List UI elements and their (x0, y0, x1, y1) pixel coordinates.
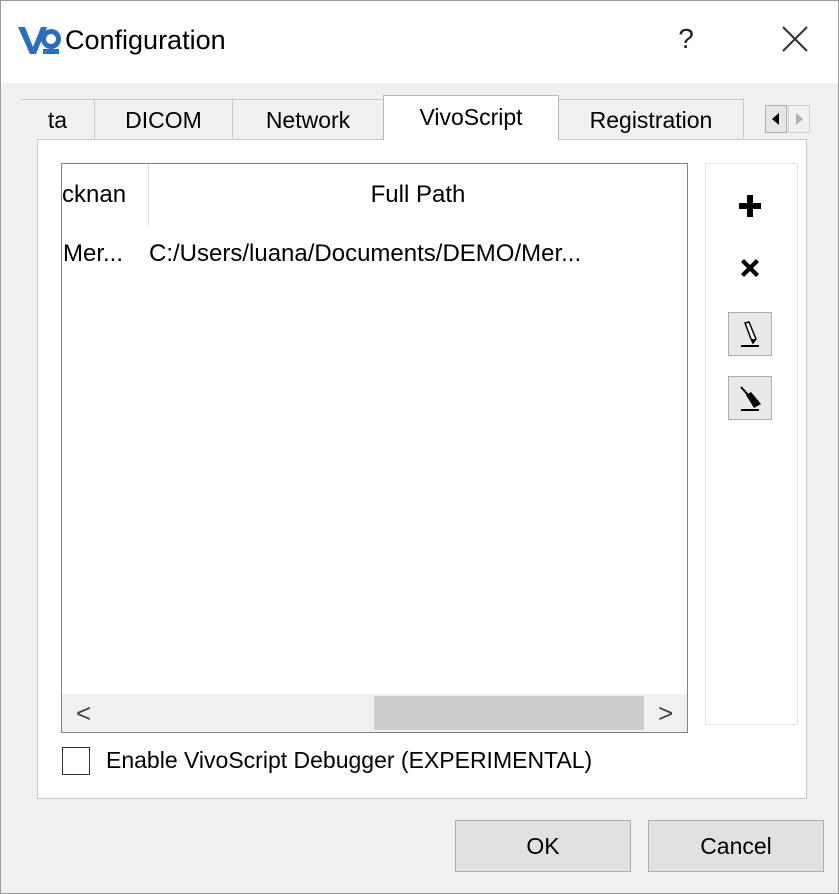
debugger-checkbox[interactable] (62, 747, 90, 775)
cancel-button[interactable]: Cancel (648, 820, 824, 872)
cell-full-path: C:/Users/luana/Documents/DEMO/Mer... (149, 240, 582, 267)
plus-icon (739, 195, 761, 217)
column-header-full-path[interactable]: Full Path (149, 164, 687, 226)
tab-metadata[interactable]: ta (21, 99, 95, 138)
triangle-left-icon (772, 113, 779, 125)
x-icon (741, 259, 759, 277)
tab-scroll-left-button[interactable] (765, 105, 787, 133)
tab-dicom[interactable]: DICOM (94, 99, 233, 138)
tab-scroll-right-button[interactable] (788, 105, 810, 133)
vivoquant-logo-icon (18, 27, 61, 54)
horizontal-scrollbar[interactable]: < > (62, 694, 687, 732)
column-header-nickname[interactable]: cknan (62, 164, 148, 226)
scroll-left-arrow[interactable]: < (76, 698, 91, 728)
tab-network[interactable]: Network (232, 99, 384, 138)
clear-scripts-button[interactable] (728, 376, 772, 420)
window-title: Configuration (65, 25, 226, 55)
tab-vivoscript[interactable]: VivoScript (383, 95, 559, 140)
scrollbar-thumb[interactable] (374, 696, 644, 730)
help-button[interactable]: ? (671, 23, 701, 55)
tab-registration[interactable]: Registration (558, 99, 744, 138)
ok-button[interactable]: OK (455, 820, 631, 872)
column-label: Full Path (370, 181, 466, 208)
add-script-button[interactable] (728, 184, 772, 228)
tab-label: ta (47, 107, 68, 133)
edit-script-button[interactable] (728, 312, 772, 356)
title-bar: Configuration ? (1, 1, 838, 83)
vivoscript-panel: cknan Full Path Mer... C:/Users/luana/Do… (37, 139, 807, 799)
configuration-dialog: Configuration ? ta DICOM Network VivoScr… (0, 0, 839, 894)
script-toolbar (705, 163, 798, 725)
remove-script-button[interactable] (728, 246, 772, 290)
tab-label: VivoScript (419, 104, 523, 130)
scroll-right-arrow[interactable]: > (658, 698, 673, 728)
cell-nickname: Mer... (63, 240, 124, 267)
close-icon[interactable] (777, 21, 813, 57)
tab-label: Network (265, 107, 351, 133)
debugger-label[interactable]: Enable VivoScript Debugger (EXPERIMENTAL… (106, 747, 592, 774)
broom-icon (740, 386, 761, 411)
pencil-icon (741, 321, 759, 347)
column-label: cknan (62, 181, 127, 208)
tab-label: DICOM (125, 107, 202, 133)
triangle-right-icon (796, 113, 803, 125)
tab-label: Registration (589, 107, 713, 133)
script-list[interactable]: cknan Full Path Mer... C:/Users/luana/Do… (61, 163, 688, 733)
